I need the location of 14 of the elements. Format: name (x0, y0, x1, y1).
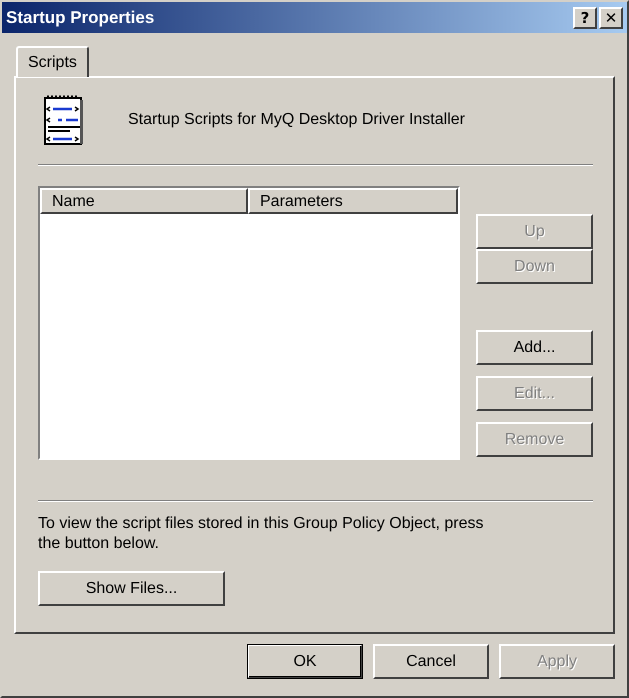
side-button[interactable]: Add... (476, 330, 593, 365)
script-document-icon (42, 94, 86, 146)
header-text: Startup Scripts for MyQ Desktop Driver Installer (128, 111, 465, 129)
window-title: Startup Properties (6, 8, 154, 28)
column-header[interactable]: Name (40, 188, 248, 214)
instruction-text: To view the script files stored in this Group Policy Object, press the button below. (38, 514, 485, 554)
help-button[interactable]: ? (573, 6, 597, 28)
dialog-button[interactable]: Cancel (373, 644, 489, 679)
column-header[interactable]: Parameters (248, 188, 458, 214)
close-button[interactable]: ✕ (599, 6, 623, 28)
tab[interactable]: Scripts (16, 46, 89, 77)
show-files-button[interactable]: Show Files... (38, 571, 225, 606)
dialog-button[interactable]: OK (247, 644, 363, 679)
scripts-list[interactable]: Name Parameters (38, 186, 460, 460)
